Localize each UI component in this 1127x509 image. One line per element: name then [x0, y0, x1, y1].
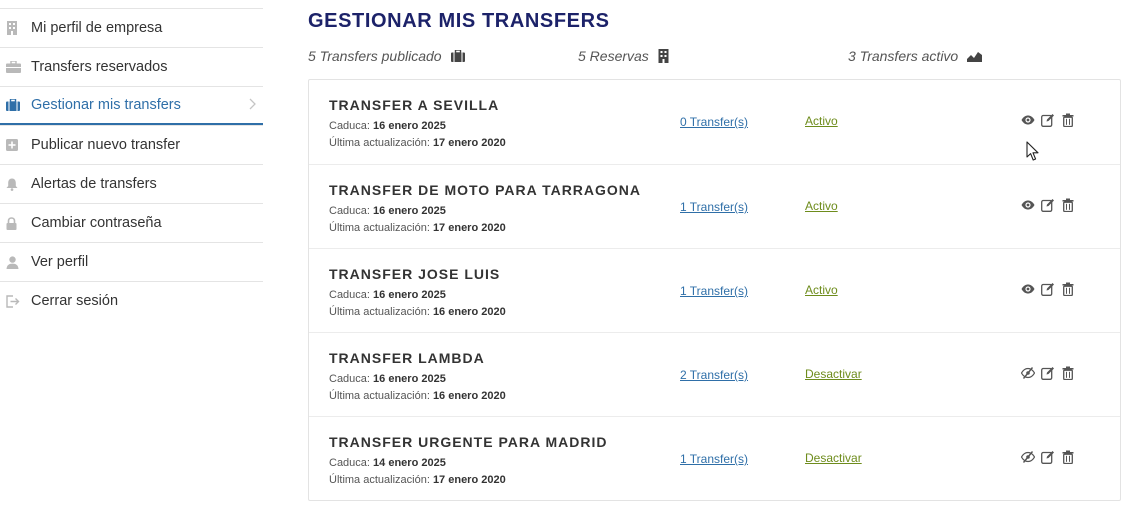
eye-slash-icon[interactable]	[1021, 450, 1035, 464]
stat-reservations: 5 Reservas	[578, 48, 669, 64]
stats-bar: 5 Transfers publicado 5 Reservas 3 Trans…	[308, 48, 1121, 66]
table-row: TRANSFER A SEVILLA Caduca: 16 enero 2025…	[309, 80, 1120, 164]
sidebar-item-label: Mi perfil de empresa	[31, 20, 163, 36]
trash-icon[interactable]	[1061, 198, 1075, 212]
sidebar-item-label: Ver perfil	[31, 254, 89, 270]
mouse-pointer-icon	[1026, 141, 1040, 167]
row-actions	[1021, 113, 1081, 127]
chevron-right-icon	[249, 98, 256, 114]
transfer-title: TRANSFER LAMBDA	[329, 350, 485, 366]
sidebar-nav: Mi perfil de empresa Transfers reservado…	[0, 8, 263, 320]
eye-icon[interactable]	[1021, 113, 1035, 127]
lock-icon	[0, 216, 30, 230]
transfer-updated: Última actualización: 16 enero 2020	[329, 306, 506, 318]
row-actions	[1021, 450, 1081, 464]
transfer-count-link[interactable]: 1 Transfer(s)	[680, 452, 748, 466]
transfer-title: TRANSFER JOSE LUIS	[329, 266, 501, 282]
transfer-expires: Caduca: 16 enero 2025	[329, 373, 446, 385]
stat-text: 5 Transfers publicado	[308, 48, 442, 64]
row-actions	[1021, 282, 1081, 296]
transfer-status-link[interactable]: Desactivar	[805, 367, 862, 381]
bell-icon	[0, 178, 30, 191]
transfer-updated: Última actualización: 17 enero 2020	[329, 474, 506, 486]
eye-slash-icon[interactable]	[1021, 366, 1035, 380]
transfer-title: TRANSFER A SEVILLA	[329, 97, 500, 113]
building-icon	[0, 21, 30, 35]
row-actions	[1021, 198, 1081, 212]
user-icon	[0, 255, 30, 269]
transfer-expires: Caduca: 16 enero 2025	[329, 205, 446, 217]
transfer-status-link[interactable]: Desactivar	[805, 451, 862, 465]
building-icon	[658, 49, 669, 63]
transfer-updated: Última actualización: 17 enero 2020	[329, 222, 506, 234]
logout-icon	[0, 294, 30, 308]
edit-icon[interactable]	[1041, 198, 1055, 212]
area-chart-icon	[967, 51, 983, 62]
transfer-status-link[interactable]: Activo	[805, 114, 838, 128]
sidebar-item-change-password[interactable]: Cambiar contraseña	[0, 203, 263, 242]
edit-icon[interactable]	[1041, 366, 1055, 380]
transfers-list: TRANSFER A SEVILLA Caduca: 16 enero 2025…	[308, 79, 1121, 501]
row-actions	[1021, 366, 1081, 380]
transfer-title: TRANSFER URGENTE PARA MADRID	[329, 434, 608, 450]
transfer-count-link[interactable]: 1 Transfer(s)	[680, 284, 748, 298]
sidebar-item-publish-transfer[interactable]: Publicar nuevo transfer	[0, 125, 263, 164]
transfer-expires: Caduca: 16 enero 2025	[329, 120, 446, 132]
edit-icon[interactable]	[1041, 450, 1055, 464]
trash-icon[interactable]	[1061, 366, 1075, 380]
stat-text: 5 Reservas	[578, 48, 649, 64]
suitcase-icon	[0, 99, 30, 111]
stat-text: 3 Transfers activo	[848, 48, 959, 64]
sidebar-item-label: Cerrar sesión	[31, 293, 119, 309]
sidebar-item-label: Transfers reservados	[31, 59, 168, 75]
eye-icon[interactable]	[1021, 198, 1035, 212]
briefcase-icon	[0, 61, 30, 73]
edit-icon[interactable]	[1041, 282, 1055, 296]
transfer-expires: Caduca: 16 enero 2025	[329, 289, 446, 301]
transfer-title: TRANSFER DE MOTO PARA TARRAGONA	[329, 182, 642, 198]
sidebar-item-logout[interactable]: Cerrar sesión	[0, 281, 263, 320]
trash-icon[interactable]	[1061, 113, 1075, 127]
sidebar-item-manage-transfers[interactable]: Gestionar mis transfers	[0, 86, 263, 125]
sidebar-item-label: Alertas de transfers	[31, 176, 157, 192]
transfer-status-link[interactable]: Activo	[805, 283, 838, 297]
sidebar-item-label: Cambiar contraseña	[31, 215, 162, 231]
transfer-count-link[interactable]: 1 Transfer(s)	[680, 200, 748, 214]
table-row: TRANSFER DE MOTO PARA TARRAGONA Caduca: …	[309, 164, 1120, 248]
edit-icon[interactable]	[1041, 113, 1055, 127]
table-row: TRANSFER LAMBDA Caduca: 16 enero 2025 Úl…	[309, 332, 1120, 416]
sidebar-item-company-profile[interactable]: Mi perfil de empresa	[0, 8, 263, 47]
transfer-count-link[interactable]: 2 Transfer(s)	[680, 368, 748, 382]
sidebar-item-reserved-transfers[interactable]: Transfers reservados	[0, 47, 263, 86]
stat-active: 3 Transfers activo	[848, 48, 983, 64]
stat-published: 5 Transfers publicado	[308, 48, 465, 64]
sidebar-item-transfer-alerts[interactable]: Alertas de transfers	[0, 164, 263, 203]
plus-square-icon	[0, 139, 30, 151]
transfer-updated: Última actualización: 16 enero 2020	[329, 390, 506, 402]
transfer-expires: Caduca: 14 enero 2025	[329, 457, 446, 469]
transfer-updated: Última actualización: 17 enero 2020	[329, 137, 506, 149]
eye-icon[interactable]	[1021, 282, 1035, 296]
transfer-status-link[interactable]: Activo	[805, 199, 838, 213]
sidebar-item-label: Publicar nuevo transfer	[31, 137, 181, 153]
sidebar-item-view-profile[interactable]: Ver perfil	[0, 242, 263, 281]
trash-icon[interactable]	[1061, 282, 1075, 296]
transfer-count-link[interactable]: 0 Transfer(s)	[680, 115, 748, 129]
page-title: GESTIONAR MIS TRANSFERS	[308, 10, 610, 32]
table-row: TRANSFER URGENTE PARA MADRID Caduca: 14 …	[309, 416, 1120, 500]
sidebar-item-label: Gestionar mis transfers	[31, 97, 181, 113]
trash-icon[interactable]	[1061, 450, 1075, 464]
table-row: TRANSFER JOSE LUIS Caduca: 16 enero 2025…	[309, 248, 1120, 332]
suitcase-icon	[450, 50, 465, 62]
